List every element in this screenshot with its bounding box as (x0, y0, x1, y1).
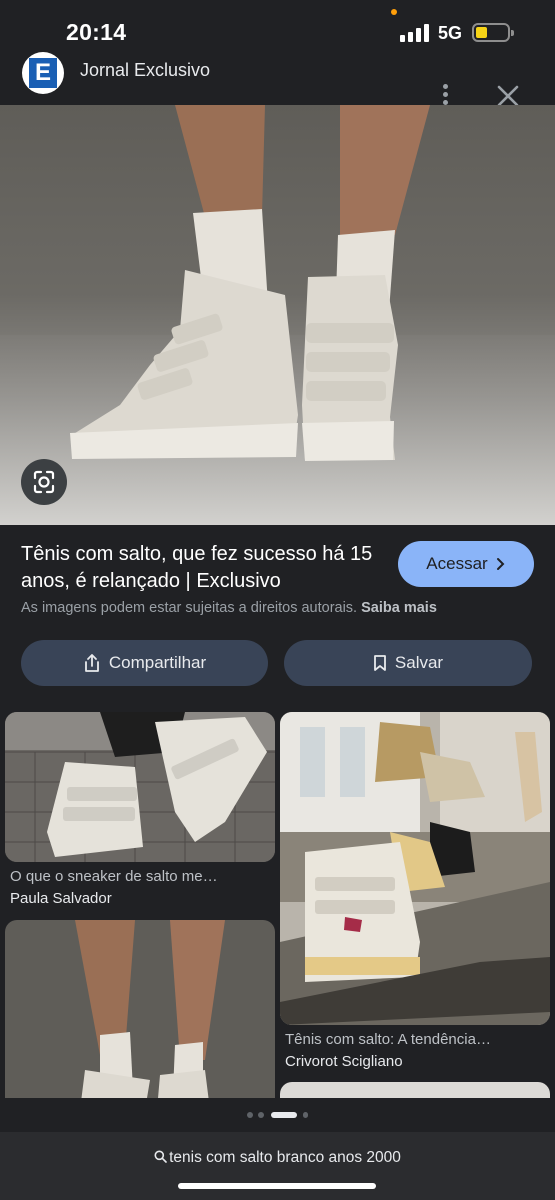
share-icon (84, 654, 99, 672)
copyright-notice: As imagens podem estar sujeitas a direit… (21, 600, 437, 616)
status-time: 20:14 (66, 19, 127, 45)
page-indicator (0, 1110, 555, 1120)
battery-icon (472, 23, 514, 42)
share-button[interactable]: Compartilhar (21, 640, 268, 686)
search-query[interactable]: tenis com salto branco anos 2000 (0, 1149, 555, 1167)
more-options-icon[interactable] (438, 84, 454, 106)
save-button[interactable]: Salvar (284, 640, 532, 686)
learn-more-link[interactable]: Saiba mais (361, 600, 437, 616)
status-bar: 20:14 5G (0, 0, 555, 62)
related-image-3[interactable] (5, 920, 275, 1110)
lens-search-icon[interactable] (21, 459, 67, 505)
access-button[interactable]: Acessar (398, 541, 534, 587)
search-icon (154, 1150, 167, 1163)
search-query-text: tenis com salto branco anos 2000 (169, 1149, 401, 1166)
related-caption-2[interactable]: Tênis com salto: A tendência… (285, 1031, 491, 1048)
source-name[interactable]: Jornal Exclusivo (80, 60, 210, 81)
source-logo[interactable]: E (22, 52, 64, 94)
related-image-1[interactable] (5, 712, 275, 862)
related-source-2[interactable]: Crivorot Scigliano (285, 1053, 403, 1070)
related-image-2[interactable] (280, 712, 550, 1025)
privacy-indicator-dot (391, 9, 397, 15)
signal-icon (400, 24, 430, 42)
related-caption-1[interactable]: O que o sneaker de salto me… (10, 868, 218, 885)
chevron-right-icon (496, 558, 505, 570)
network-type: 5G (438, 23, 463, 43)
save-button-label: Salvar (394, 653, 444, 672)
access-button-label: Acessar (426, 554, 488, 573)
share-button-label: Compartilhar (108, 653, 207, 672)
bookmark-icon (374, 655, 386, 671)
hero-image[interactable] (0, 105, 555, 525)
related-source-1[interactable]: Paula Salvador (10, 890, 112, 907)
result-title[interactable]: Tênis com salto, que fez sucesso há 15 a… (21, 541, 381, 595)
home-indicator[interactable] (178, 1183, 376, 1189)
